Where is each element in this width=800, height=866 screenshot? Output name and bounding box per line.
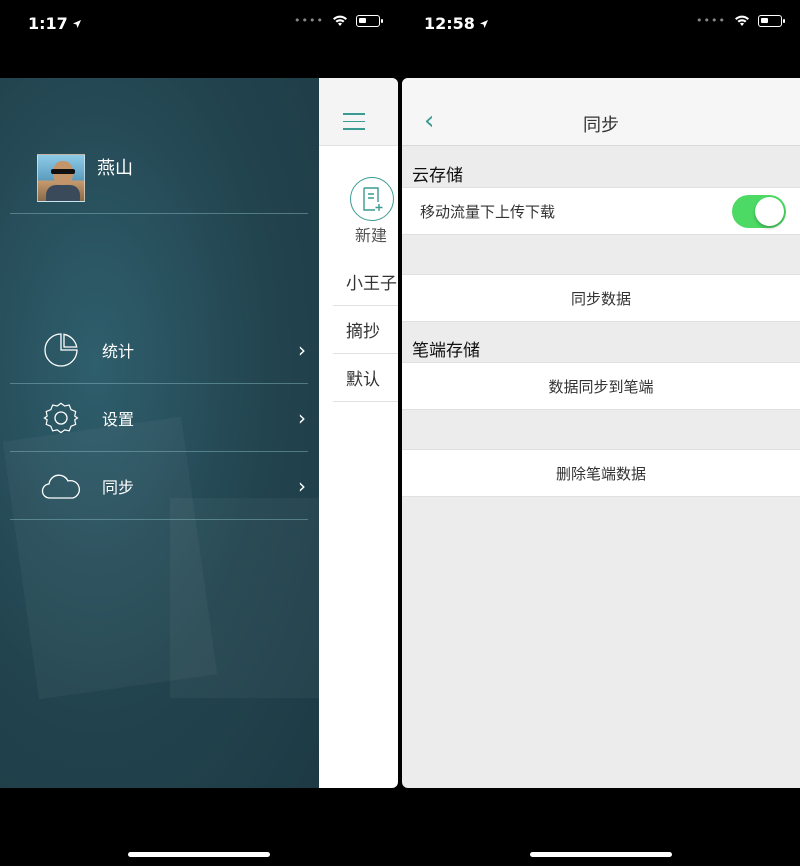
chevron-right-icon: › [298,405,306,430]
pie-chart-icon [41,330,81,370]
cloud-icon [41,466,81,506]
menu-item-sync[interactable]: 同步 › [10,452,308,520]
home-indicator[interactable] [530,852,672,857]
main-screen-peek[interactable]: 新建 小王子 摘抄 默认 [319,78,398,788]
notebook-row[interactable]: 小王子 [333,258,398,306]
peek-header [319,78,398,146]
status-bar-right: 12:58 •••• [402,0,800,50]
page-title: 同步 [583,115,619,136]
sync-data-button[interactable]: 同步数据 [402,274,800,322]
delete-pen-data-button[interactable]: 删除笔端数据 [402,449,800,497]
drawer-menu: 统计 › 设置 › 同步 › [10,316,308,520]
hamburger-menu-icon[interactable] [343,113,365,136]
battery-icon [356,14,383,27]
menu-item-settings[interactable]: 设置 › [10,384,308,452]
mobile-data-label: 移动流量下上传下载 [420,202,556,221]
section-header-cloud: 云存储 [412,166,463,186]
status-time: 12:58 [424,14,489,33]
username: 燕山 [97,158,133,179]
status-bar-left: 1:17 •••• [0,0,398,50]
signal-icon: •••• [294,14,324,27]
home-indicator[interactable] [128,852,270,857]
toggle-knob [755,197,784,226]
location-arrow-icon [72,19,81,28]
menu-item-label: 统计 [102,341,135,361]
section-header-pen: 笔端存储 [412,341,480,361]
chevron-right-icon: › [298,337,306,362]
notebook-row[interactable]: 默认 [333,354,398,402]
menu-item-statistics[interactable]: 统计 › [10,316,308,384]
mobile-data-toggle[interactable] [732,195,786,228]
status-icons: •••• [294,14,383,27]
signal-icon: •••• [696,14,726,27]
chevron-right-icon: › [298,473,306,498]
battery-icon [758,14,785,27]
menu-item-label: 设置 [102,409,135,429]
status-icons: •••• [696,14,785,27]
sync-to-pen-button[interactable]: 数据同步到笔端 [402,362,800,410]
menu-item-label: 同步 [102,477,135,497]
drawer-background-decor [170,498,320,698]
new-note-button[interactable] [350,177,394,221]
drawer-screen: 燕山 统计 › 设置 › 同步 › 新建 小王子 摘抄 默认 [0,78,398,788]
sync-settings-screen: ‹ 同步 云存储 移动流量下上传下载 同步数据 笔端存储 数据同步到笔端 删除笔… [402,78,800,788]
profile-header[interactable]: 燕山 [10,138,308,214]
gear-icon [41,398,81,438]
location-arrow-icon [479,19,488,28]
side-drawer: 燕山 统计 › 设置 › 同步 › [0,78,320,788]
new-note-label: 新建 [355,226,388,245]
new-document-icon [363,187,383,211]
notebook-row[interactable]: 摘抄 [333,306,398,354]
wifi-icon [333,15,347,26]
navigation-bar: ‹ 同步 [402,78,800,146]
status-time: 1:17 [28,14,82,33]
wifi-icon [735,15,749,26]
mobile-data-setting-row: 移动流量下上传下载 [402,187,800,235]
avatar[interactable] [37,154,85,202]
